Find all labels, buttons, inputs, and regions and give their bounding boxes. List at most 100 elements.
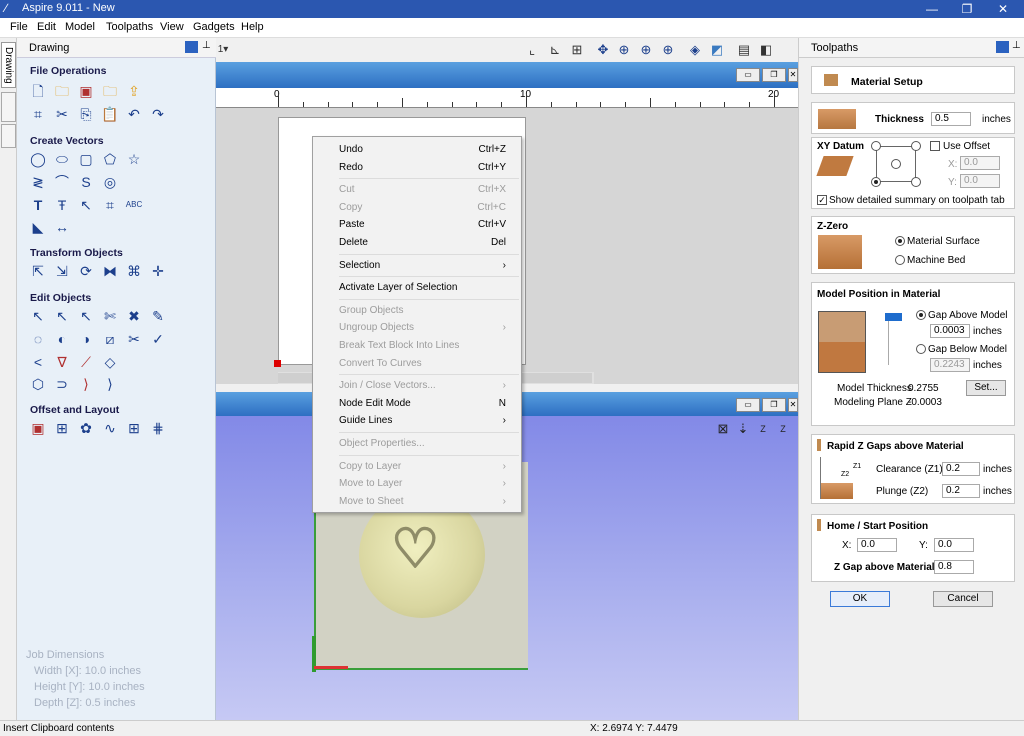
copy-along-vector-icon[interactable]: ∿ [101, 419, 119, 437]
curve-fit-icon[interactable]: ⟩ [101, 375, 119, 393]
menu-toolpaths[interactable]: Toolpaths [106, 21, 153, 33]
copy-icon[interactable]: ⎘ [77, 105, 95, 123]
arc-icon[interactable]: ⌒ [53, 173, 71, 191]
context-menu-item[interactable]: Guide Lines › [313, 412, 521, 430]
context-menu-item[interactable]: Undo Ctrl+Z [313, 141, 521, 159]
context-menu-item[interactable]: Redo Ctrl+Y [313, 159, 521, 177]
close-vector-icon[interactable]: ⬡ [29, 375, 47, 393]
rectangle-icon[interactable]: ▢ [77, 150, 95, 168]
context-menu-item[interactable]: Node Edit Mode N [313, 395, 521, 413]
cancel-button[interactable]: Cancel [933, 591, 993, 607]
view-front-icon[interactable]: Z [774, 420, 792, 438]
text-on-curve-icon[interactable]: ↖ [77, 196, 95, 214]
thickness-input[interactable]: 0.5 [931, 112, 971, 126]
gap-above-input[interactable]: 0.0003 [930, 324, 970, 338]
fillet-icon[interactable]: ∇ [53, 353, 71, 371]
scissors-icon[interactable]: ✂ [125, 330, 143, 348]
use-offset-checkbox[interactable] [930, 141, 940, 151]
view-2d-close-button[interactable]: ✕ [788, 68, 798, 82]
size-icon[interactable]: ⇲ [53, 262, 71, 280]
pin-icon[interactable]: ⊥ [202, 40, 211, 51]
menu-gadgets[interactable]: Gadgets [193, 21, 235, 33]
smooth-icon[interactable]: ✓ [149, 330, 167, 348]
step-repeat-icon[interactable]: ⋕ [149, 419, 167, 437]
material-surface-radio[interactable] [895, 236, 905, 246]
datum-center-radio[interactable] [891, 159, 901, 169]
spline-icon[interactable]: ✎ [149, 307, 167, 325]
gap-above-radio[interactable] [916, 310, 926, 320]
toolpaths-pin-icon[interactable]: ⊥ [1012, 40, 1021, 51]
offset-icon[interactable]: ▣ [29, 419, 47, 437]
view-3d-restore-button[interactable]: ❐ [762, 398, 786, 412]
open-template-icon[interactable]: 🗀 [101, 82, 119, 100]
cut-icon[interactable]: ✂ [53, 105, 71, 123]
auto-layout-text-icon[interactable]: ABC [125, 196, 143, 214]
menu-view[interactable]: View [160, 21, 184, 33]
datum-bottom-right-radio[interactable] [911, 177, 921, 187]
select-icon[interactable]: ↖ [29, 307, 47, 325]
pan-icon[interactable]: ✥ [594, 41, 612, 59]
clearance-input[interactable]: 0.2 [942, 462, 980, 476]
tabs-icon[interactable]: ◇ [101, 353, 119, 371]
view-3d-fit-icon[interactable]: ⊠ [714, 420, 732, 438]
snap-icon[interactable]: ⌞ [523, 41, 541, 59]
gap-below-radio[interactable] [916, 344, 926, 354]
text-arc-icon[interactable]: ⌗ [101, 196, 119, 214]
distort-icon[interactable]: ⌘ [125, 262, 143, 280]
align-center-icon[interactable]: ✛ [149, 262, 167, 280]
spiral-icon[interactable]: ◎ [101, 173, 119, 191]
view-iso-icon[interactable]: ⇣ [734, 420, 752, 438]
zoom-selected-icon[interactable]: ⊕ [659, 41, 677, 59]
datum-top-right-radio[interactable] [911, 141, 921, 151]
import-icon[interactable]: ⇪ [125, 82, 143, 100]
open-folder-icon[interactable]: 🗀 [53, 82, 71, 100]
show-icon[interactable]: ◈ [686, 41, 704, 59]
view-top-icon[interactable]: Z [754, 420, 772, 438]
dimension-icon[interactable]: ↔ [53, 218, 71, 236]
menu-file[interactable]: File [10, 21, 28, 33]
view-3d-minimize-button[interactable]: ▭ [736, 398, 760, 412]
snap-objects-icon[interactable]: ⊾ [546, 41, 564, 59]
array-icon[interactable]: ⊞ [53, 419, 71, 437]
side-tab-3[interactable] [1, 124, 16, 148]
mirror-icon[interactable]: ⧓ [101, 262, 119, 280]
close-button[interactable]: ✕ [986, 0, 1020, 18]
gap-below-input[interactable]: 0.2243 [930, 358, 970, 372]
draw-shape-icon[interactable]: ◣ [29, 218, 47, 236]
home-x-input[interactable]: 0.0 [857, 538, 897, 552]
view-2d-minimize-button[interactable]: ▭ [736, 68, 760, 82]
polygon-icon[interactable]: ⬠ [101, 150, 119, 168]
set-button[interactable]: Set... [966, 380, 1006, 396]
ellipse-icon[interactable]: ⬭ [53, 150, 71, 168]
undo-icon[interactable]: ↶ [125, 105, 143, 123]
panel-dock-icon[interactable] [185, 41, 198, 53]
node-edit-icon[interactable]: ↖ [53, 307, 71, 325]
show-summary-checkbox[interactable]: ✓ [817, 195, 827, 205]
ok-button[interactable]: OK [830, 591, 890, 607]
delete-nodes-icon[interactable]: ✖ [125, 307, 143, 325]
fit-icon[interactable]: ◩ [708, 41, 726, 59]
zoom-box-icon[interactable]: ⊕ [637, 41, 655, 59]
context-menu-item[interactable]: Selection › [313, 257, 521, 275]
circle-icon[interactable]: ◯ [29, 150, 47, 168]
subtract-icon[interactable]: ◐ [53, 330, 71, 348]
weld-icon[interactable]: ◌ [29, 330, 47, 348]
text-icon[interactable]: T [29, 196, 47, 214]
interactive-select-icon[interactable]: ↖ [77, 307, 95, 325]
model-position-slider[interactable] [885, 313, 902, 321]
machine-bed-radio[interactable] [895, 255, 905, 265]
intersect-icon[interactable]: ◑ [77, 330, 95, 348]
context-menu-item[interactable]: Activate Layer of Selection [313, 279, 521, 297]
join-open-icon[interactable]: ⟩ [77, 375, 95, 393]
drawing-side-tab[interactable]: Drawing [1, 42, 16, 88]
layout-split-icon[interactable]: ◧ [757, 41, 775, 59]
view-3d-close-button[interactable]: ✕ [788, 398, 798, 412]
scissors-trim-icon[interactable]: ✄ [101, 307, 119, 325]
menu-help[interactable]: Help [241, 21, 264, 33]
maximize-button[interactable]: ❐ [950, 0, 984, 18]
offset-y-input[interactable]: 0.0 [960, 174, 1000, 188]
menu-edit[interactable]: Edit [37, 21, 56, 33]
grid-icon[interactable]: ⊞ [568, 41, 586, 59]
view-2d-restore-button[interactable]: ❐ [762, 68, 786, 82]
context-menu-item[interactable]: Paste Ctrl+V [313, 216, 521, 234]
